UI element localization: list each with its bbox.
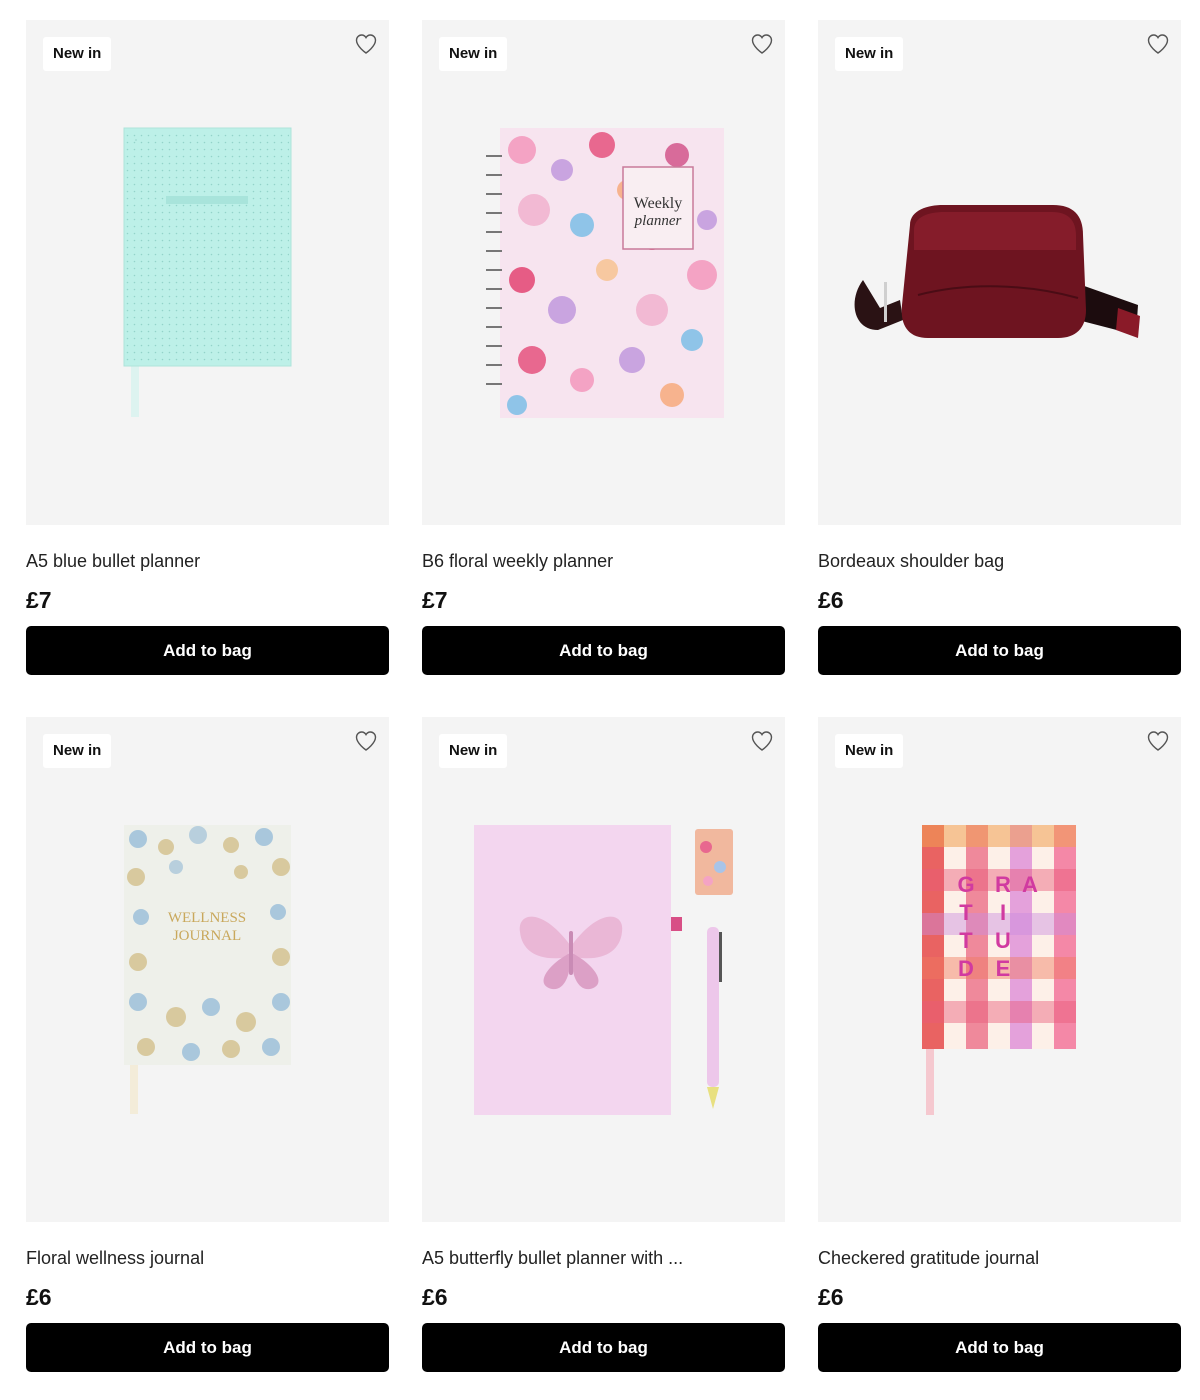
product-image[interactable]: WELLNESS JOURNAL New in	[26, 717, 389, 1222]
product-price: £6	[26, 1284, 52, 1310]
cover-text-journal: JOURNAL	[173, 928, 241, 944]
wishlist-heart-icon[interactable]	[354, 729, 378, 753]
cover-text-weekly: Weekly	[634, 195, 682, 212]
wishlist-heart-icon[interactable]	[1146, 32, 1170, 56]
add-to-bag-button[interactable]: Add to bag	[818, 626, 1181, 675]
product-card[interactable]: New in Bordeaux shoulder bag £6 Add to b…	[818, 20, 1181, 675]
product-title[interactable]: B6 floral weekly planner	[422, 550, 785, 572]
wishlist-heart-icon[interactable]	[1146, 729, 1170, 753]
product-card[interactable]: WELLNESS JOURNAL New in Floral wellness …	[26, 717, 389, 1372]
bag-image	[854, 205, 1140, 338]
cover-text-planner: planner	[634, 213, 682, 229]
add-to-bag-button[interactable]: Add to bag	[26, 1323, 389, 1372]
product-card[interactable]: G R A T I T U D E New in Checkered grati…	[818, 717, 1181, 1372]
cover-text-wellness: WELLNESS	[168, 910, 246, 926]
cover-letter: I	[1000, 900, 1006, 925]
cover-letter: T	[959, 900, 973, 925]
new-in-badge: New in	[439, 37, 508, 71]
product-title[interactable]: Bordeaux shoulder bag	[818, 550, 1181, 572]
product-price: £6	[422, 1284, 448, 1310]
wishlist-heart-icon[interactable]	[750, 729, 774, 753]
product-title[interactable]: A5 butterfly bullet planner with ...	[422, 1247, 785, 1269]
add-to-bag-button[interactable]: Add to bag	[26, 626, 389, 675]
product-title[interactable]: Floral wellness journal	[26, 1247, 389, 1269]
add-to-bag-button[interactable]: Add to bag	[422, 1323, 785, 1372]
new-in-badge: New in	[439, 734, 508, 768]
add-to-bag-button[interactable]: Add to bag	[818, 1323, 1181, 1372]
blue-planner-image	[123, 127, 292, 417]
floral-planner-image: Weekly planner	[486, 128, 724, 418]
cover-letter: E	[996, 956, 1011, 981]
product-card[interactable]: Weekly planner New in B6 floral weekly p…	[422, 20, 785, 675]
product-image[interactable]: Weekly planner New in	[422, 20, 785, 525]
cover-letter: T	[959, 928, 973, 953]
product-image[interactable]: G R A T I T U D E New in	[818, 717, 1181, 1222]
add-to-bag-button[interactable]: Add to bag	[422, 626, 785, 675]
product-title[interactable]: A5 blue bullet planner	[26, 550, 389, 572]
product-card[interactable]: New in A5 blue bullet planner £7 Add to …	[26, 20, 389, 675]
product-price: £6	[818, 587, 844, 613]
product-price: £6	[818, 1284, 844, 1310]
product-card[interactable]: New in A5 butterfly bullet planner with …	[422, 717, 785, 1372]
new-in-badge: New in	[43, 37, 112, 71]
product-price: £7	[26, 587, 52, 613]
new-in-badge: New in	[835, 37, 904, 71]
wishlist-heart-icon[interactable]	[354, 32, 378, 56]
new-in-badge: New in	[835, 734, 904, 768]
product-image[interactable]: New in	[422, 717, 785, 1222]
new-in-badge: New in	[43, 734, 112, 768]
wellness-journal-image: WELLNESS JOURNAL	[124, 825, 291, 1114]
cover-letter: D	[958, 956, 974, 981]
product-title[interactable]: Checkered gratitude journal	[818, 1247, 1181, 1269]
product-price: £7	[422, 587, 448, 613]
gratitude-journal-image: G R A T I T U D E	[922, 825, 1076, 1115]
cover-letter: R	[995, 872, 1011, 897]
product-image[interactable]: New in	[26, 20, 389, 525]
product-grid: New in A5 blue bullet planner £7 Add to …	[0, 0, 1200, 1400]
product-image[interactable]: New in	[818, 20, 1181, 525]
cover-letter: U	[995, 928, 1011, 953]
cover-letter: G	[957, 872, 974, 897]
cover-letter: A	[1022, 872, 1038, 897]
wishlist-heart-icon[interactable]	[750, 32, 774, 56]
butterfly-planner-image	[474, 825, 733, 1115]
